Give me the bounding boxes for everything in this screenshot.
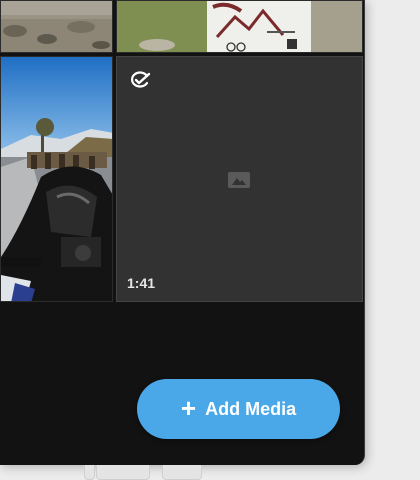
video-thumbnail[interactable]: 1:41 xyxy=(116,56,363,302)
media-thumbnail[interactable] xyxy=(0,56,113,302)
plus-icon: + xyxy=(180,392,197,423)
media-thumbnail[interactable] xyxy=(0,0,113,53)
photo-gravel xyxy=(1,1,112,52)
video-duration: 1:41 xyxy=(127,275,156,291)
photo-motorcycle xyxy=(1,57,112,301)
media-panel: 1:41 + Add Media xyxy=(0,0,365,465)
underlying-tab xyxy=(84,465,95,480)
underlying-tab xyxy=(96,465,150,480)
check-badge-icon[interactable] xyxy=(129,71,151,89)
image-icon xyxy=(228,172,250,188)
add-media-button[interactable]: + Add Media xyxy=(137,379,340,439)
media-thumbnail[interactable] xyxy=(116,0,363,53)
add-media-label: Add Media xyxy=(205,398,297,419)
underlying-tab xyxy=(162,465,202,480)
photo-sign xyxy=(117,1,362,52)
